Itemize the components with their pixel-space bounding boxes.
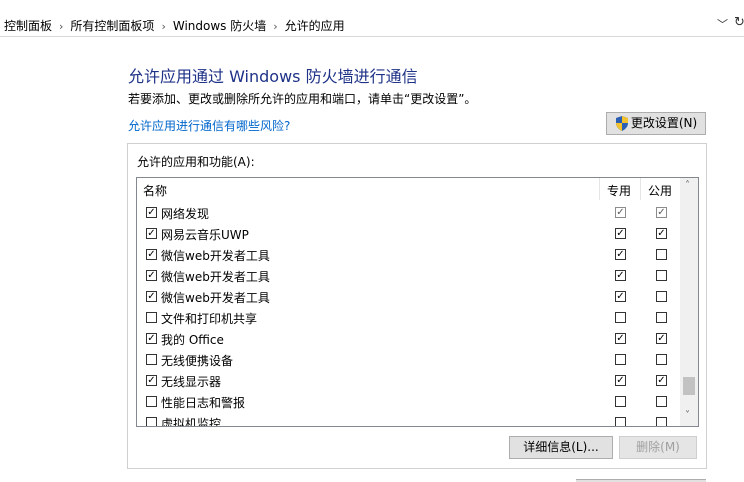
private-checkbox[interactable]: ✓ bbox=[615, 249, 626, 260]
scroll-down-icon[interactable]: ˅ bbox=[685, 410, 690, 421]
app-name: 文件和打印机共享 bbox=[161, 312, 258, 326]
list-item[interactable]: ✓ 我的 Office ✓ ✓ bbox=[137, 328, 680, 349]
list-item[interactable]: ✓ 微信web开发者工具 ✓ bbox=[137, 244, 680, 265]
details-button[interactable]: 详细信息(L)... bbox=[509, 436, 613, 459]
list-item[interactable]: ✓ 网易云音乐UWP ✓ ✓ bbox=[137, 223, 680, 244]
scrollbar-thumb[interactable] bbox=[683, 377, 695, 395]
list-item[interactable]: ✓ 无线显示器 ✓ ✓ bbox=[137, 370, 680, 391]
public-checkbox[interactable] bbox=[656, 417, 667, 426]
enable-checkbox[interactable]: ✓ bbox=[146, 270, 157, 281]
public-checkbox[interactable] bbox=[656, 270, 667, 281]
private-checkbox[interactable] bbox=[615, 312, 626, 323]
private-checkbox[interactable]: ✓ bbox=[615, 228, 626, 239]
delete-button[interactable]: 删除(M) bbox=[619, 436, 697, 459]
app-name: 网络发现 bbox=[161, 207, 210, 221]
list-header: 名称 专用 公用 bbox=[137, 178, 680, 200]
chevron-right-icon[interactable]: › bbox=[59, 20, 63, 33]
chevron-down-icon[interactable]: ﹀ bbox=[717, 16, 728, 32]
allowed-apps-label: 允许的应用和功能(A): bbox=[137, 155, 255, 169]
list-item[interactable]: ✓ 网络发现 ✓ ✓ bbox=[137, 202, 680, 223]
app-name: 无线显示器 bbox=[161, 375, 222, 389]
app-name: 网易云音乐UWP bbox=[161, 228, 249, 242]
app-name: 微信web开发者工具 bbox=[161, 249, 270, 263]
vertical-scrollbar[interactable]: ˄ ˅ bbox=[680, 178, 698, 426]
public-checkbox[interactable] bbox=[656, 312, 667, 323]
address-bar[interactable]: 控制面板 › 所有控制面板项 › Windows 防火墙 › 允许的应用 ﹀ ↻ bbox=[0, 13, 744, 37]
enable-checkbox[interactable]: ✓ bbox=[146, 228, 157, 239]
public-checkbox[interactable] bbox=[656, 291, 667, 302]
breadcrumb-item-control-panel[interactable]: 控制面板 bbox=[4, 19, 52, 33]
public-checkbox[interactable] bbox=[656, 249, 667, 260]
enable-checkbox[interactable] bbox=[146, 312, 157, 323]
column-divider[interactable] bbox=[599, 178, 600, 200]
public-checkbox[interactable]: ✓ bbox=[656, 228, 667, 239]
private-checkbox[interactable]: ✓ bbox=[615, 207, 626, 218]
private-checkbox[interactable]: ✓ bbox=[615, 333, 626, 344]
page-description: 若要添加、更改或删除所允许的应用和端口，请单击“更改设置”。 bbox=[128, 92, 477, 106]
breadcrumb-item-firewall[interactable]: Windows 防火墙 bbox=[173, 19, 266, 33]
breadcrumb: 控制面板 › 所有控制面板项 › Windows 防火墙 › 允许的应用 bbox=[4, 17, 345, 34]
list-item[interactable]: ✓ 微信web开发者工具 ✓ bbox=[137, 286, 680, 307]
chevron-right-icon[interactable]: › bbox=[273, 20, 277, 33]
enable-checkbox[interactable] bbox=[146, 354, 157, 365]
app-name: 微信web开发者工具 bbox=[161, 270, 270, 284]
enable-checkbox[interactable]: ✓ bbox=[146, 291, 157, 302]
public-checkbox[interactable] bbox=[656, 396, 667, 407]
change-settings-button[interactable]: 更改设置(N) bbox=[606, 112, 706, 135]
scroll-up-icon[interactable]: ˄ bbox=[685, 180, 690, 191]
allowed-apps-list[interactable]: 名称 专用 公用 ✓ 网络发现 ✓ ✓ ✓ 网易云音乐UWP ✓ ✓ ✓ 微信web开发者工具 ✓ ✓… bbox=[136, 177, 699, 427]
enable-checkbox[interactable]: ✓ bbox=[146, 207, 157, 218]
private-checkbox[interactable] bbox=[615, 396, 626, 407]
column-header-name[interactable]: 名称 bbox=[143, 182, 167, 199]
enable-checkbox[interactable] bbox=[146, 417, 157, 426]
app-name: 无线便携设备 bbox=[161, 354, 234, 368]
list-item[interactable]: 无线便携设备 bbox=[137, 349, 680, 370]
breadcrumb-item-allowed-apps[interactable]: 允许的应用 bbox=[285, 19, 345, 33]
enable-checkbox[interactable]: ✓ bbox=[146, 333, 157, 344]
private-checkbox[interactable] bbox=[615, 417, 626, 426]
risk-help-link[interactable]: 允许应用进行通信有哪些风险? bbox=[128, 117, 290, 134]
public-checkbox[interactable]: ✓ bbox=[656, 375, 667, 386]
uac-shield-icon bbox=[616, 116, 628, 131]
app-name: 性能日志和警报 bbox=[161, 396, 246, 410]
enable-checkbox[interactable]: ✓ bbox=[146, 375, 157, 386]
column-header-private[interactable]: 专用 bbox=[607, 182, 631, 199]
page-title: 允许应用通过 Windows 防火墙进行通信 bbox=[128, 67, 418, 86]
list-item[interactable]: 虚拟机监控 bbox=[137, 412, 680, 427]
private-checkbox[interactable]: ✓ bbox=[615, 270, 626, 281]
app-name: 我的 Office bbox=[161, 333, 224, 347]
list-item[interactable]: 文件和打印机共享 bbox=[137, 307, 680, 328]
app-name: 虚拟机监控 bbox=[161, 417, 222, 427]
private-checkbox[interactable]: ✓ bbox=[615, 291, 626, 302]
public-checkbox[interactable]: ✓ bbox=[656, 207, 667, 218]
column-header-public[interactable]: 公用 bbox=[648, 182, 672, 199]
public-checkbox[interactable] bbox=[656, 354, 667, 365]
refresh-icon[interactable]: ↻ bbox=[734, 15, 744, 30]
enable-checkbox[interactable] bbox=[146, 396, 157, 407]
app-name: 微信web开发者工具 bbox=[161, 291, 270, 305]
private-checkbox[interactable] bbox=[615, 354, 626, 365]
list-item[interactable]: ✓ 微信web开发者工具 ✓ bbox=[137, 265, 680, 286]
private-checkbox[interactable]: ✓ bbox=[615, 375, 626, 386]
change-settings-label: 更改设置(N) bbox=[630, 116, 698, 130]
enable-checkbox[interactable]: ✓ bbox=[146, 249, 157, 260]
column-divider[interactable] bbox=[640, 178, 641, 200]
list-item[interactable]: 性能日志和警报 bbox=[137, 391, 680, 412]
breadcrumb-item-all-items[interactable]: 所有控制面板项 bbox=[70, 19, 154, 33]
public-checkbox[interactable]: ✓ bbox=[656, 333, 667, 344]
chevron-right-icon[interactable]: › bbox=[161, 20, 165, 33]
